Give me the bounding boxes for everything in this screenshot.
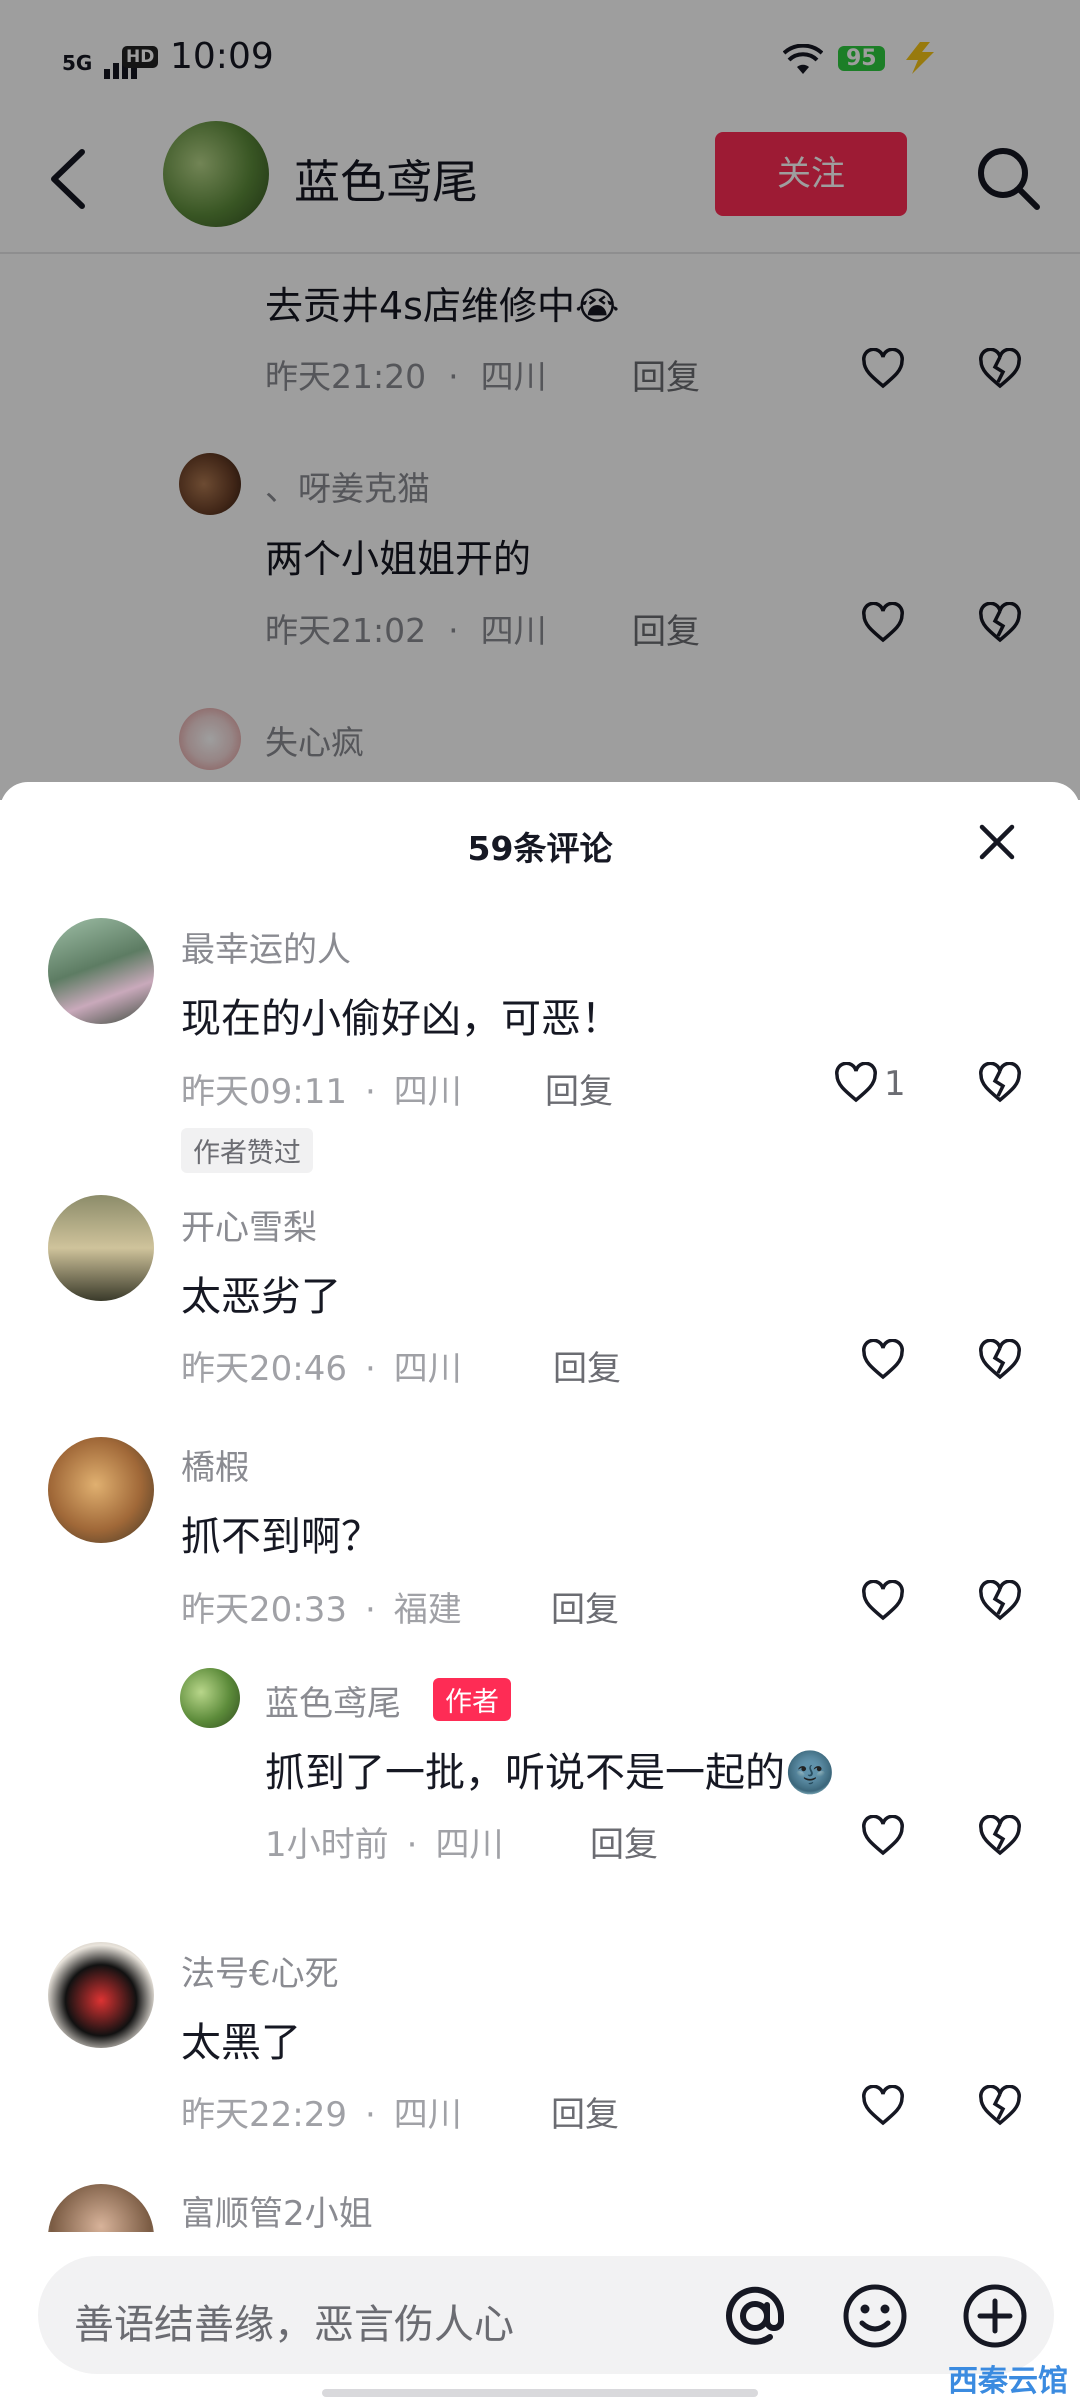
- author-badge: 作者: [433, 1678, 511, 1721]
- commenter-name[interactable]: 法号€心死: [181, 1946, 339, 1995]
- comment-text[interactable]: 抓到了一批，听说不是一起的🌚: [265, 1740, 835, 1798]
- reply-button[interactable]: 回复: [551, 2087, 619, 2136]
- dislike-broken-heart-icon[interactable]: [978, 1815, 1022, 1857]
- comment-meta: 昨天20:46 · 四川: [181, 1349, 462, 1389]
- commenter-avatar[interactable]: [48, 1437, 154, 1543]
- comment-text[interactable]: 抓不到啊？: [181, 1504, 381, 1562]
- comment-time: 昨天20:46: [181, 1349, 347, 1389]
- emoji-icon[interactable]: [840, 2281, 910, 2351]
- comment-meta: 昨天22:29 · 四川: [181, 2095, 462, 2135]
- commenter-avatar[interactable]: [180, 1668, 240, 1728]
- like-heart-icon[interactable]: [861, 1815, 905, 1857]
- comment-location: 福建: [393, 1590, 462, 1630]
- dislike-broken-heart-icon[interactable]: [978, 2085, 1022, 2127]
- commenter-avatar[interactable]: [48, 918, 154, 1024]
- commenter-name[interactable]: 橋椵: [181, 1440, 249, 1489]
- comment-input-bar[interactable]: 善语结善缘，恶言伤人心: [38, 2256, 1054, 2374]
- comments-count-title: 59条评论: [467, 829, 613, 868]
- comment-text[interactable]: 太恶劣了: [181, 1264, 341, 1322]
- comment-meta: 1小时前 · 四川: [265, 1825, 504, 1865]
- dim-overlay[interactable]: [0, 0, 1080, 800]
- home-indicator: [322, 2389, 758, 2397]
- reply-button[interactable]: 回复: [545, 1064, 613, 1113]
- comment-time: 昨天20:33: [181, 1590, 347, 1630]
- commenter-name[interactable]: 富顺管2小姐: [181, 2186, 373, 2235]
- comment-meta: 昨天09:11 · 四川: [181, 1072, 462, 1112]
- like-heart-icon[interactable]: [861, 1339, 905, 1381]
- comment-time: 1小时前: [265, 1825, 389, 1865]
- comment-text[interactable]: 太黑了: [181, 2010, 301, 2068]
- dislike-broken-heart-icon[interactable]: [978, 1580, 1022, 1622]
- dislike-broken-heart-icon[interactable]: [978, 1339, 1022, 1381]
- commenter-avatar[interactable]: [48, 1942, 154, 2048]
- add-plus-icon[interactable]: [960, 2281, 1030, 2351]
- reply-button[interactable]: 回复: [551, 1582, 619, 1631]
- comment-text[interactable]: 现在的小偷好凶，可恶！: [181, 986, 621, 1044]
- commenter-name[interactable]: 最幸运的人: [181, 922, 351, 971]
- comment-time: 昨天22:29: [181, 2095, 347, 2135]
- reply-button[interactable]: 回复: [590, 1817, 658, 1866]
- comment-location: 四川: [393, 1349, 462, 1389]
- like-count: 1: [884, 1064, 906, 1104]
- author-liked-badge: 作者赞过: [181, 1128, 313, 1173]
- comment-meta: 昨天20:33 · 福建: [181, 1590, 462, 1630]
- dislike-broken-heart-icon[interactable]: [978, 1062, 1022, 1104]
- mention-at-icon[interactable]: [720, 2281, 790, 2351]
- comment-location: 四川: [393, 2095, 462, 2135]
- commenter-name[interactable]: 开心雪梨: [181, 1200, 317, 1249]
- comment-location: 四川: [435, 1825, 504, 1865]
- commenter-name[interactable]: 蓝色鸢尾: [265, 1676, 401, 1725]
- close-icon[interactable]: [979, 824, 1015, 860]
- like-heart-icon[interactable]: [861, 2085, 905, 2127]
- like-heart-icon[interactable]: [861, 1580, 905, 1622]
- watermark: 西秦云馆: [948, 2364, 1068, 2399]
- comment-time: 昨天09:11: [181, 1072, 347, 1112]
- comment-location: 四川: [393, 1072, 462, 1112]
- like-heart-icon[interactable]: [834, 1062, 878, 1104]
- reply-button[interactable]: 回复: [553, 1341, 621, 1390]
- comment-input-placeholder[interactable]: 善语结善缘，恶言伤人心: [74, 2292, 514, 2350]
- commenter-avatar[interactable]: [48, 1195, 154, 1301]
- comments-sheet: 59条评论 最幸运的人 现在的小偷好凶，可恶！ 昨天09:11 · 四川 回复 1 …: [0, 782, 1080, 2400]
